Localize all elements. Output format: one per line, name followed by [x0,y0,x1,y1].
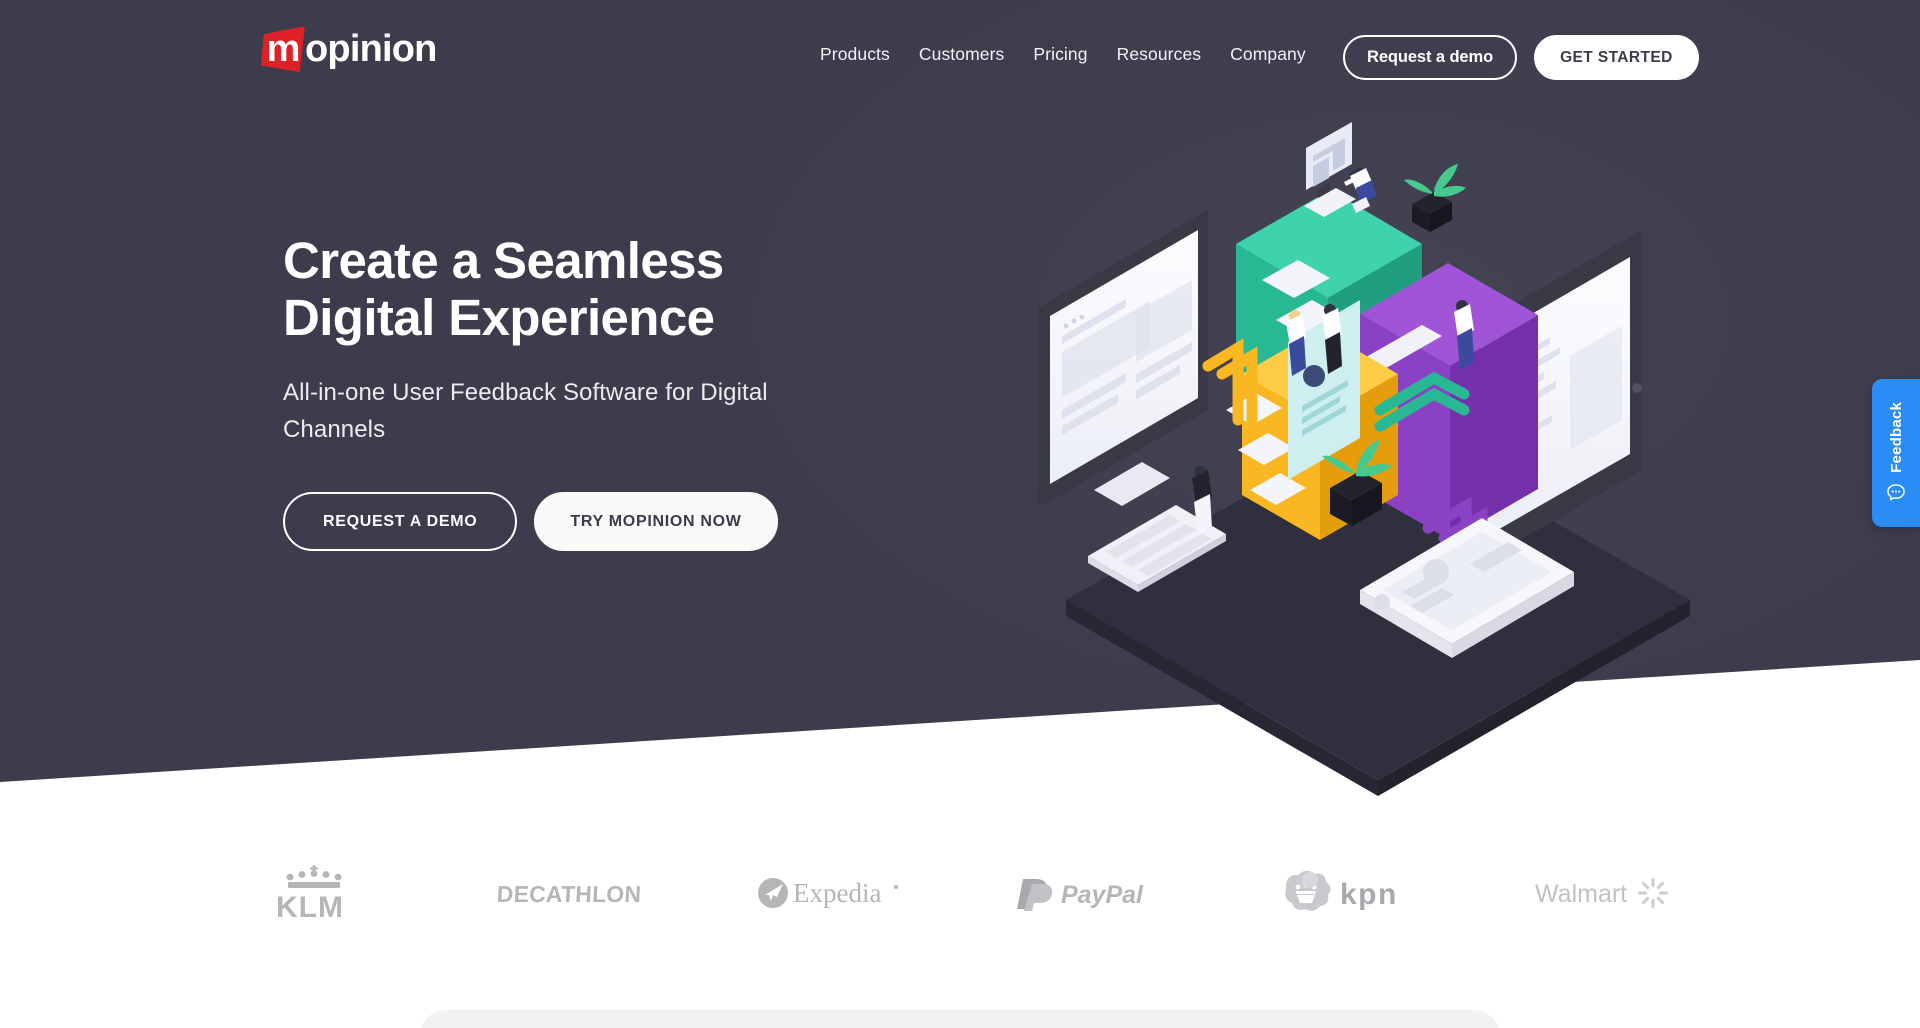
logo-letter: m [266,28,301,70]
nav-item-resources[interactable]: Resources [1117,44,1202,65]
svg-text:DECATHLON: DECATHLON [496,881,642,907]
request-demo-button[interactable]: Request a demo [1343,35,1518,80]
mopinion-logo[interactable]: m opinion [261,22,437,76]
logo-mark-icon: m [261,26,305,72]
svg-text:PayPal: PayPal [1061,881,1144,909]
nav-item-company[interactable]: Company [1230,44,1306,65]
nav-item-customers[interactable]: Customers [919,44,1005,65]
site-header: m opinion Products Customers Pricing Res… [0,0,1920,100]
next-section-peek [420,1010,1500,1028]
client-logo-klm: KLM KLM [215,858,405,928]
hero-content: Create a Seamless Digital Experience All… [283,232,1003,552]
hero-subtitle: All-in-one User Feedback Software for Di… [283,379,768,443]
feedback-widget-tab[interactable]: Feedback [1872,379,1920,527]
nav-item-products[interactable]: Products [820,44,890,65]
get-started-button[interactable]: GET STARTED [1534,35,1699,80]
feedback-widget-label: Feedback [1887,402,1905,473]
hero-illustration [1030,120,1730,800]
hero-try-mopinion-button[interactable]: TRY MOPINION NOW [534,492,778,552]
page-title: Create a Seamless Digital Experience [283,232,1003,346]
header-actions: Request a demo GET STARTED [1343,35,1699,80]
logo-wordmark: opinion [305,28,437,70]
svg-text:Expedia: Expedia [793,878,881,908]
client-logo-decathlon: DECATHLON DECATHLON [475,858,665,928]
client-logo-kpn: kpn kpn [1255,858,1445,928]
hero-request-demo-button[interactable]: REQUEST A DEMO [283,492,518,552]
chat-bubble-icon [1887,484,1905,501]
main-navigation: Products Customers Pricing Resources Com… [820,44,1306,65]
client-logo-strip: KLM KLM DECATHLON DECATHLON Expedia Expe… [0,858,1920,928]
svg-text:kpn: kpn [1340,878,1398,911]
illustration-top-monitor [1304,122,1356,217]
illustration-plant-b [1404,164,1466,232]
client-logo-paypal: PayPal PayPal [995,858,1185,928]
hero-title-line-2: Digital Experience [283,289,715,347]
client-logo-walmart: Walmart Walmart [1515,858,1705,928]
nav-item-pricing[interactable]: Pricing [1033,44,1087,65]
landing-page: m opinion Products Customers Pricing Res… [0,0,1920,1028]
svg-text:Walmart: Walmart [1535,880,1627,908]
illustration-monitor [1038,210,1208,508]
client-logo-expedia: Expedia Expedia [735,858,925,928]
svg-text:KLM: KLM [276,891,344,921]
hero-cta-group: REQUEST A DEMO TRY MOPINION NOW [283,492,1003,552]
hero-title-line-1: Create a Seamless [283,232,724,289]
